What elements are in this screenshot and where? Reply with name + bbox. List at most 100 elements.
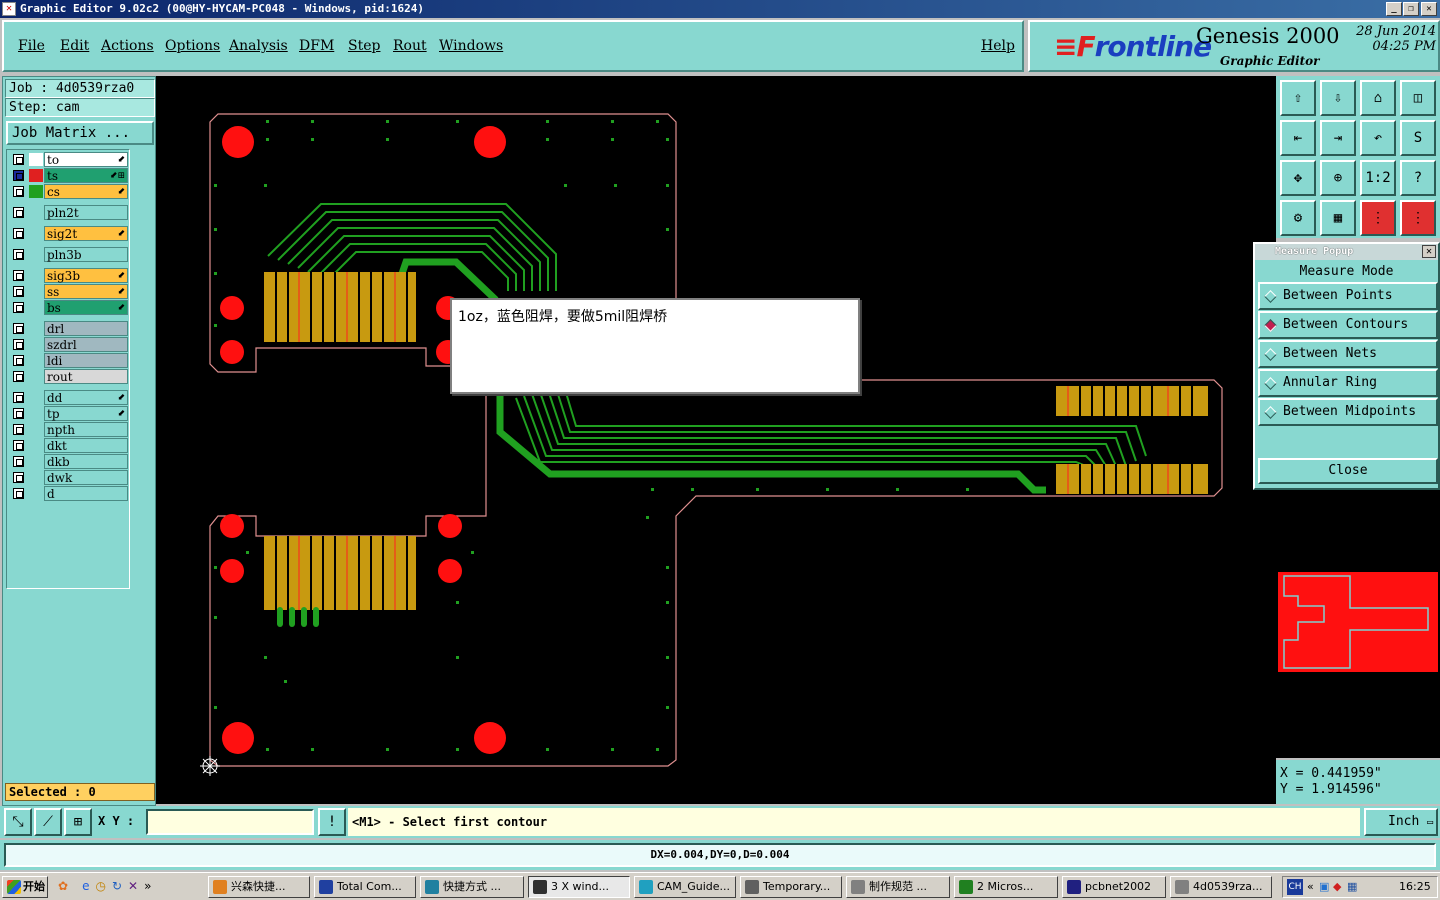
layer-name[interactable]: d [44, 486, 128, 501]
measure-icon[interactable]: ⟋ [34, 808, 62, 836]
menu-file[interactable]: File [18, 38, 45, 54]
language-indicator[interactable]: CH [1287, 879, 1303, 895]
layer-name[interactable]: to ⬋ [44, 152, 128, 167]
layer-row-d[interactable]: d [7, 486, 129, 501]
edit-icon[interactable]: ⇧ [1280, 80, 1316, 116]
layer-row-sig3b[interactable]: sig3b ⬋ [7, 268, 129, 283]
measure-option-annular-ring[interactable]: Annular Ring [1258, 369, 1438, 397]
layer-name[interactable]: drl [44, 321, 128, 336]
menu-edit[interactable]: Edit [60, 38, 89, 54]
layer-name[interactable]: dkb [44, 454, 128, 469]
measure-option-between-nets[interactable]: Between Nets [1258, 340, 1438, 368]
grid-icon[interactable]: ▦ [1320, 200, 1356, 236]
layer-name[interactable]: rout [44, 369, 128, 384]
layer-checkbox[interactable] [13, 249, 24, 260]
grid-snap-icon[interactable]: ⊞ [64, 808, 92, 836]
refresh-quick-icon[interactable]: ↻ [112, 879, 122, 893]
ie-icon[interactable]: e [82, 879, 89, 893]
app-quick-icon[interactable]: ✿ [58, 879, 68, 893]
measure-option-between-contours[interactable]: Between Contours [1258, 311, 1438, 339]
layer-name[interactable]: sig2t ⬋ [44, 226, 128, 241]
zoom-box-icon[interactable]: ⤡ [4, 808, 32, 836]
layer-row-ldi[interactable]: ldi [7, 353, 129, 368]
menu-options[interactable]: Options [165, 38, 220, 54]
layer-checkbox[interactable] [13, 339, 24, 350]
layer-checkbox[interactable] [13, 392, 24, 403]
layer-checkbox[interactable] [13, 270, 24, 281]
layer-checkbox[interactable] [13, 488, 24, 499]
minimize-button[interactable]: _ [1386, 2, 1402, 16]
layer-checkbox[interactable] [13, 186, 24, 197]
layer-row-rout[interactable]: rout [7, 369, 129, 384]
menu-analysis[interactable]: Analysis [229, 38, 288, 54]
layer-checkbox[interactable] [13, 440, 24, 451]
menu-rout[interactable]: Rout [393, 38, 427, 54]
layer-name[interactable]: bs ⬋ [44, 300, 128, 315]
tray-monitor-icon[interactable]: ▦ [1347, 877, 1357, 897]
layer-row-to[interactable]: to ⬋ [7, 152, 129, 167]
home-icon[interactable]: ⌂ [1360, 80, 1396, 116]
layer-row-szdrl[interactable]: szdrl [7, 337, 129, 352]
zoom-half-button[interactable]: 1:2 [1360, 160, 1396, 196]
layer-row-bs[interactable]: bs ⬋ [7, 300, 129, 315]
taskbar-item[interactable]: Total Com... [314, 876, 416, 898]
snap-icon[interactable]: S [1400, 120, 1436, 156]
layer-name[interactable]: tp ⬋ [44, 406, 128, 421]
net-red-icon[interactable]: ⋮ [1400, 200, 1436, 236]
xy-input[interactable] [146, 809, 314, 835]
layer-checkbox[interactable] [13, 170, 24, 181]
layer-row-pln3b[interactable]: pln3b [7, 247, 129, 262]
menu-step[interactable]: Step [348, 38, 380, 54]
start-button[interactable]: 开始 [2, 876, 48, 898]
taskbar-item[interactable]: 兴森快捷... [208, 876, 310, 898]
alert-icon[interactable]: ! [318, 808, 346, 836]
layer-row-cs[interactable]: cs ⬋ [7, 184, 129, 199]
window-icon[interactable]: ◫ [1400, 80, 1436, 116]
tray-network-icon[interactable]: ▣ [1319, 877, 1329, 897]
arrow-right-icon[interactable]: ⇥ [1320, 120, 1356, 156]
layer-name[interactable]: dwk [44, 470, 128, 485]
restore-button[interactable]: ❐ [1403, 2, 1419, 16]
taskbar-item[interactable]: 制作规范 ... [846, 876, 950, 898]
layer-row-drl[interactable]: drl [7, 321, 129, 336]
layer-checkbox[interactable] [13, 371, 24, 382]
menu-help[interactable]: Help [981, 38, 1015, 54]
arrow-left-icon[interactable]: ⇤ [1280, 120, 1316, 156]
layer-checkbox[interactable] [13, 456, 24, 467]
menu-actions[interactable]: Actions [101, 38, 154, 54]
taskbar-item[interactable]: pcbnet2002 [1062, 876, 1166, 898]
net-icon[interactable]: ⋮ [1360, 200, 1396, 236]
layer-name[interactable]: szdrl [44, 337, 128, 352]
layer-row-npth[interactable]: npth [7, 422, 129, 437]
taskbar-item[interactable]: 快捷方式 ... [420, 876, 524, 898]
graphic-canvas[interactable] [156, 76, 1276, 804]
close-window-button[interactable]: ✕ [1421, 2, 1437, 16]
fit-icon[interactable]: ✥ [1280, 160, 1316, 196]
layer-row-sig2t[interactable]: sig2t ⬋ [7, 226, 129, 241]
tray-expand-icon[interactable]: « [1307, 877, 1314, 897]
clock-quick-icon[interactable]: ◷ [95, 879, 105, 893]
tray-shield-icon[interactable]: ◆ [1333, 877, 1341, 897]
layer-name[interactable]: cs ⬋ [44, 184, 128, 199]
layer-name[interactable]: pln2t [44, 205, 128, 220]
layer-name[interactable]: ss ⬋ [44, 284, 128, 299]
job-matrix-button[interactable]: Job Matrix ... [6, 121, 154, 145]
layer-checkbox[interactable] [13, 424, 24, 435]
menu-windows[interactable]: Windows [439, 38, 503, 54]
layer-row-dd[interactable]: dd ⬋ [7, 390, 129, 405]
layer-checkbox[interactable] [13, 228, 24, 239]
taskbar-item[interactable]: 2 Micros... [954, 876, 1058, 898]
measure-option-between-points[interactable]: Between Points [1258, 282, 1438, 310]
menu-dfm[interactable]: DFM [299, 38, 334, 54]
close-button[interactable]: Close [1258, 458, 1438, 484]
layer-row-ss[interactable]: ss ⬋ [7, 284, 129, 299]
layer-row-ts[interactable]: ts ⬋⊞ [7, 168, 129, 183]
measure-option-between-midpoints[interactable]: Between Midpoints [1258, 398, 1438, 426]
layer-checkbox[interactable] [13, 154, 24, 165]
layer-checkbox[interactable] [13, 286, 24, 297]
layer-row-dwk[interactable]: dwk [7, 470, 129, 485]
more-icon[interactable]: » [144, 879, 151, 893]
layer-name[interactable]: ts ⬋⊞ [44, 168, 128, 183]
close-icon[interactable]: ✕ [1422, 245, 1436, 258]
layer-name[interactable]: pln3b [44, 247, 128, 262]
